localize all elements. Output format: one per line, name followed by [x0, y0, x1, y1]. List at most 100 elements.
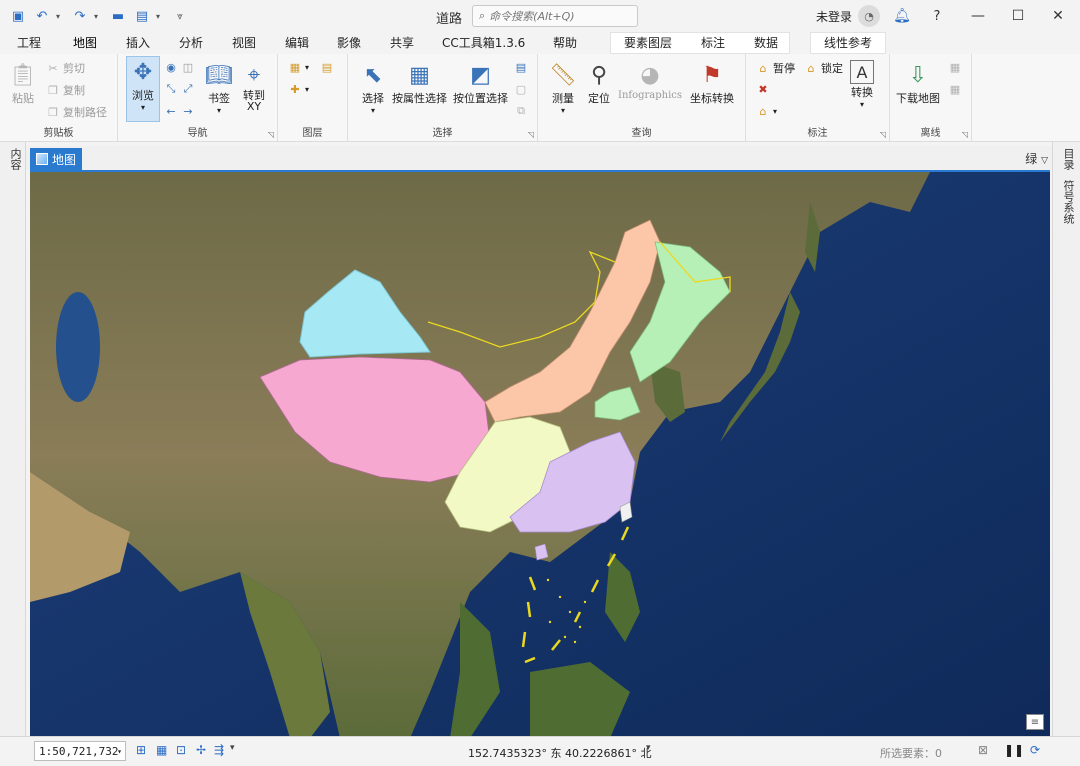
- snapping-icon[interactable]: ✢: [196, 743, 206, 757]
- navigation-icon[interactable]: ⇶: [214, 743, 224, 757]
- previous-next-extent[interactable]: ← →: [164, 104, 195, 118]
- explore-button[interactable]: ✥ 浏览 ▾: [126, 56, 160, 122]
- tab-help[interactable]: 帮助: [553, 34, 577, 51]
- download-map-icon: ⇩: [908, 62, 928, 88]
- paste-icon: 📋︎: [9, 62, 37, 88]
- chevron-down-icon[interactable]: ▾: [230, 743, 235, 753]
- help-icon[interactable]: ?: [925, 4, 949, 28]
- view-unplaced-button[interactable]: ✖: [756, 82, 770, 96]
- infographics-button[interactable]: ◕ Infographics: [618, 60, 682, 102]
- chevron-down-icon[interactable]: ▾: [156, 12, 166, 21]
- tab-share[interactable]: 共享: [390, 34, 414, 51]
- tab-map[interactable]: 地图: [73, 34, 98, 56]
- contents-pane-tab[interactable]: 内容: [0, 142, 26, 740]
- copy-button[interactable]: ❐ 复制: [46, 82, 85, 98]
- save-icon[interactable]: ▣: [8, 6, 28, 26]
- map-tips-icon[interactable]: ≡: [1026, 714, 1044, 730]
- map-units-icon[interactable]: ⊞: [136, 743, 146, 757]
- chevron-down-icon[interactable]: ▾: [56, 12, 66, 21]
- tab-cc-toolbox[interactable]: CC工具箱1.3.6: [442, 34, 525, 51]
- tab-feature-layer[interactable]: 要素图层: [624, 34, 672, 51]
- remove-offline-button[interactable]: ▦: [948, 82, 962, 96]
- zoom-in-fixed-icon: ⤡: [166, 82, 176, 95]
- tab-view[interactable]: 视图: [232, 34, 256, 51]
- fixed-zoom-button[interactable]: ⤡ ⤢: [164, 82, 195, 96]
- tab-insert[interactable]: 插入: [126, 34, 150, 51]
- convert-coordinates-button[interactable]: ⚑ 坐标转换: [690, 60, 734, 106]
- avatar[interactable]: ◔: [858, 5, 880, 27]
- dialog-launcher-icon[interactable]: ◹: [268, 130, 274, 139]
- selected-features-count[interactable]: 所选要素：0: [880, 745, 942, 761]
- chevron-down-icon: ▾: [140, 103, 145, 112]
- map-view[interactable]: ≡: [30, 170, 1050, 736]
- undo-icon[interactable]: ↶: [32, 6, 52, 26]
- navigate-group: ✥ 浏览 ▾ ◉ ◫ ⤡ ⤢ ← → 📖︎ 书签 ▾ ⌖ 转到 XY 导航 ◹: [118, 54, 278, 142]
- refresh-icon[interactable]: ⟳: [1030, 743, 1040, 757]
- paste-button[interactable]: 📋︎ 粘贴: [8, 60, 38, 106]
- scale-dropdown[interactable]: 1:50,721,732 ▾: [34, 741, 126, 761]
- grid-icon[interactable]: ▦: [156, 743, 167, 757]
- chevron-down-icon[interactable]: ▾: [94, 12, 104, 21]
- tab-labeling[interactable]: 标注: [701, 34, 725, 51]
- symbology-pane-tab[interactable]: 符号系统: [1060, 180, 1076, 224]
- tab-data[interactable]: 数据: [754, 34, 778, 51]
- add-data-button[interactable]: ▤: [320, 60, 334, 74]
- login-status[interactable]: 未登录: [816, 8, 852, 25]
- add-layer-button[interactable]: ✚ ▾: [288, 82, 309, 96]
- ruler-icon: 📏︎: [549, 62, 577, 88]
- attributes-button[interactable]: ▤: [514, 60, 528, 74]
- dialog-launcher-icon[interactable]: ◹: [880, 130, 886, 139]
- convert-labels-button[interactable]: A 转换 ▾: [850, 60, 874, 109]
- tab-imagery[interactable]: 影像: [337, 34, 361, 51]
- lock-labels-button[interactable]: ⌂ 锁定: [804, 60, 844, 76]
- pause-draw-icon[interactable]: ⊠: [978, 743, 988, 757]
- redo-icon[interactable]: ↷: [70, 6, 90, 26]
- basemap-button[interactable]: ▦ ▾: [288, 60, 309, 74]
- explore-icon: ✥: [133, 59, 153, 85]
- close-button[interactable]: ✕: [1046, 4, 1070, 28]
- goto-xy-button[interactable]: ⌖ 转到 XY: [238, 60, 270, 113]
- select-button[interactable]: ⬉ 选择 ▾: [358, 60, 388, 116]
- select-by-location-button[interactable]: ◩ 按位置选择: [453, 60, 508, 106]
- book-icon: 📖︎: [205, 62, 233, 88]
- tab-linear-referencing[interactable]: 线性参考: [824, 34, 872, 51]
- clear-selection-icon: ▢: [515, 82, 527, 96]
- map-canvas[interactable]: [30, 172, 1050, 736]
- minimize-button[interactable]: —: [966, 4, 990, 28]
- clear-selection-button[interactable]: ▢: [514, 82, 528, 96]
- coordinate-icon: ⚑: [702, 62, 722, 88]
- dialog-launcher-icon[interactable]: ◹: [528, 130, 534, 139]
- zoom-to-selection-button[interactable]: ⧉: [514, 104, 528, 118]
- bookmarks-button[interactable]: 📖︎ 书签 ▾: [204, 60, 234, 116]
- arrow-right-icon: →: [183, 104, 193, 118]
- notification-icon[interactable]: 🔔︎: [890, 4, 914, 28]
- table-select-icon: ▦: [409, 62, 430, 88]
- label-options-button[interactable]: ⌂ ▾: [756, 104, 778, 118]
- full-extent-button[interactable]: ◉ ◫: [164, 60, 195, 74]
- locate-button[interactable]: ⚲ 定位: [584, 60, 614, 106]
- chevron-down-icon[interactable]: ▾: [646, 743, 651, 753]
- copy-path-button[interactable]: ❐ 复制路径: [46, 104, 107, 120]
- select-by-attribute-button[interactable]: ▦ 按属性选择: [392, 60, 447, 106]
- open-folder-icon[interactable]: ▬: [108, 6, 128, 26]
- tab-analysis[interactable]: 分析: [179, 34, 203, 51]
- cut-button[interactable]: ✂ 剪切: [46, 60, 85, 76]
- customize-icon[interactable]: ⩔: [170, 6, 190, 26]
- pause-labels-button[interactable]: ⌂ 暂停: [756, 60, 796, 76]
- search-input[interactable]: [489, 9, 630, 23]
- download-map-button[interactable]: ⇩ 下载地图: [896, 60, 940, 106]
- measure-button[interactable]: 📏︎ 测量 ▾: [548, 60, 578, 116]
- map-view-tab[interactable]: 地图: [30, 148, 83, 170]
- maximize-button[interactable]: ☐: [1006, 4, 1030, 28]
- pause-icon[interactable]: ❚❚: [1004, 743, 1024, 757]
- tab-project[interactable]: 工程: [17, 34, 41, 51]
- command-search[interactable]: ⌕: [472, 5, 638, 27]
- view-tab-overflow[interactable]: 绿 ▽: [1025, 150, 1048, 167]
- refresh-layout-icon[interactable]: ⊡: [176, 743, 186, 757]
- dialog-launcher-icon[interactable]: ◹: [962, 130, 968, 139]
- tab-edit[interactable]: 编辑: [285, 34, 309, 51]
- catalog-pane-tab[interactable]: 目录: [1060, 148, 1076, 170]
- selection-group: ⬉ 选择 ▾ ▦ 按属性选择 ◩ 按位置选择 ▤ ▢ ⧉ 选择 ◹: [348, 54, 538, 142]
- window-layout-icon[interactable]: ▤: [132, 6, 152, 26]
- sync-button[interactable]: ▦: [948, 60, 962, 74]
